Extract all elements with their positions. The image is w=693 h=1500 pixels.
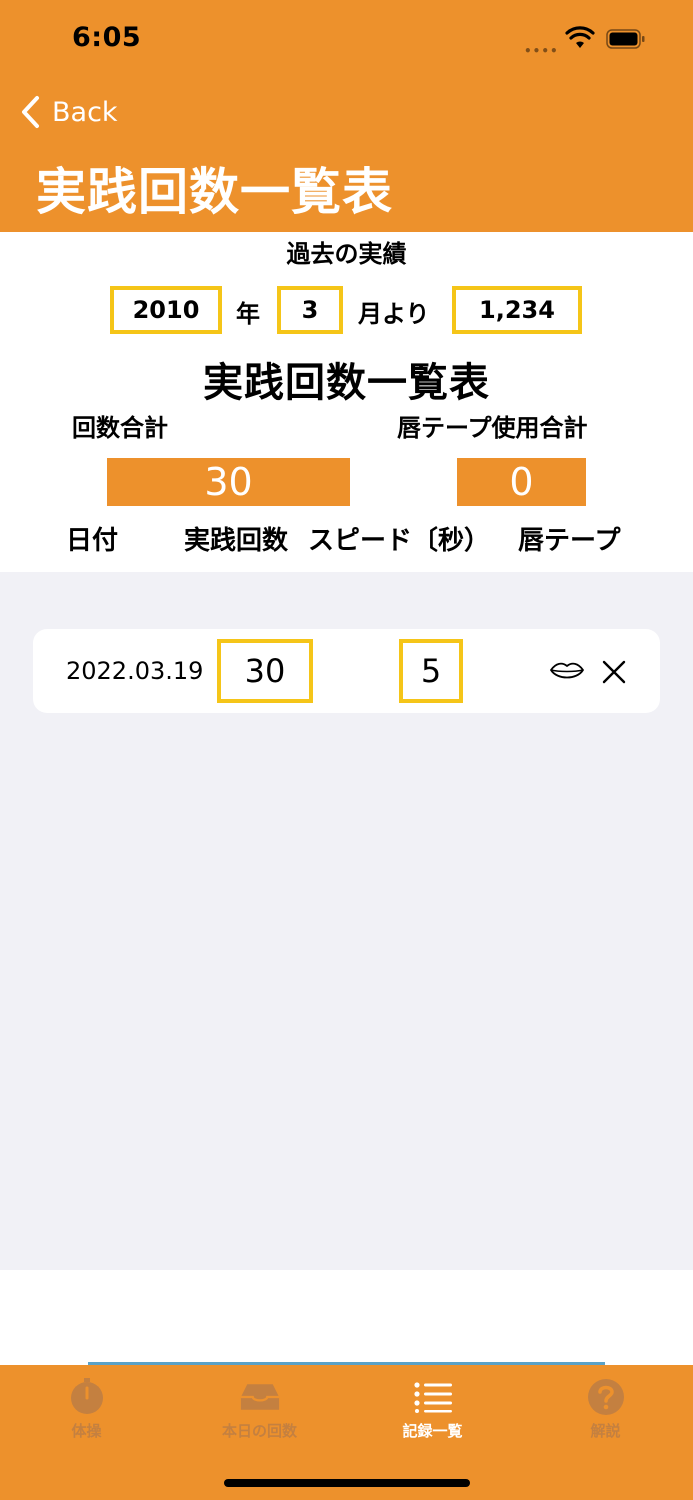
chevron-left-icon	[22, 96, 39, 128]
past-record-label: 過去の実績	[286, 240, 407, 268]
tab-label: 解説	[590, 1422, 621, 1440]
year-suffix: 年	[236, 300, 260, 328]
lips-icon[interactable]	[549, 659, 585, 683]
tape-total-value: 0	[457, 458, 586, 506]
tab-label: 記録一覧	[402, 1422, 463, 1440]
battery-icon	[606, 29, 645, 49]
record-date: 2022.03.19	[66, 657, 204, 685]
stopwatch-icon	[70, 1378, 103, 1414]
count-total-label: 回数合計	[72, 414, 168, 442]
content-footer	[0, 1270, 693, 1365]
tab-label: 本日の回数	[221, 1422, 297, 1440]
summary-panel: 過去の実績 2010 年 3 月より 1,234 実践回数一覧表 回数合計 唇テ…	[0, 232, 693, 572]
tab-today-count[interactable]: 本日の回数	[173, 1365, 346, 1455]
list-icon	[413, 1382, 452, 1413]
signal-icon: ••••	[524, 44, 559, 58]
month-suffix: 月より	[358, 300, 430, 328]
list-item[interactable]: 2022.03.19 30 5	[33, 629, 660, 713]
tape-total-label: 唇テープ使用合計	[397, 414, 588, 442]
close-icon[interactable]	[601, 659, 627, 685]
tray-icon	[240, 1384, 279, 1410]
column-speed: スピード〔秒）	[308, 526, 491, 556]
question-icon	[587, 1379, 624, 1415]
home-indicator	[224, 1479, 470, 1487]
tab-explanation[interactable]: 解説	[519, 1365, 692, 1455]
tab-record-list[interactable]: 記録一覧	[346, 1365, 519, 1455]
count-total-value: 30	[107, 458, 350, 506]
column-count: 実践回数	[184, 526, 289, 556]
column-lip-tape: 唇テープ	[518, 526, 621, 556]
past-total-field[interactable]: 1,234	[452, 286, 582, 334]
status-time: 6:05	[72, 22, 142, 53]
summary-title: 実践回数一覧表	[203, 360, 490, 406]
back-label: Back	[52, 96, 118, 128]
tab-exercise[interactable]: 体操	[0, 1365, 173, 1455]
records-list[interactable]: 2022.03.19 30 5	[0, 572, 693, 1270]
nav-header: 6:05 •••• Back 実践回数一覧表	[0, 0, 693, 232]
wifi-icon	[565, 26, 595, 48]
month-field[interactable]: 3	[277, 286, 343, 334]
tab-label: 体操	[71, 1422, 102, 1440]
page-title: 実践回数一覧表	[36, 163, 393, 221]
record-speed-field[interactable]: 5	[399, 639, 463, 703]
column-date: 日付	[66, 526, 119, 556]
back-button[interactable]: Back	[20, 94, 118, 130]
year-field[interactable]: 2010	[110, 286, 222, 334]
record-count-field[interactable]: 30	[217, 639, 313, 703]
